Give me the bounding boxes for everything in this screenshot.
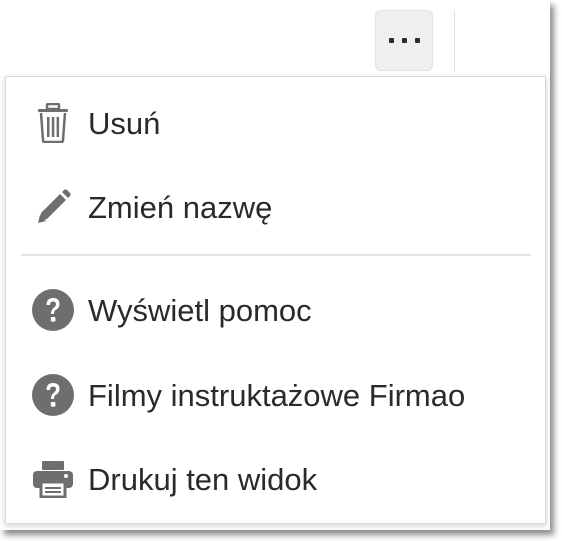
- menu-item-delete[interactable]: Usuń: [6, 83, 545, 163]
- trash-icon: [31, 101, 75, 145]
- menu-item-label: Usuń: [88, 105, 161, 141]
- pencil-icon: [31, 185, 75, 229]
- menu-separator: [21, 254, 531, 256]
- question-circle-icon: [31, 288, 75, 332]
- menu-item-tutorial-videos[interactable]: Filmy instruktażowe Firmao: [6, 355, 545, 435]
- menu-item-help[interactable]: Wyświetl pomoc: [6, 270, 545, 350]
- menu-item-label: Drukuj ten widok: [88, 461, 318, 497]
- context-menu: Usuń Zmień nazwę Wyświetl pomoc Filmy in…: [5, 76, 546, 524]
- menu-item-print[interactable]: Drukuj ten widok: [6, 439, 545, 519]
- toolbar-divider: [454, 10, 455, 72]
- more-options-button[interactable]: [375, 10, 433, 71]
- printer-icon: [31, 457, 75, 501]
- menu-item-label: Wyświetl pomoc: [88, 292, 312, 328]
- menu-item-label: Filmy instruktażowe Firmao: [88, 377, 466, 413]
- window-frame: Usuń Zmień nazwę Wyświetl pomoc Filmy in…: [0, 0, 550, 530]
- toolbar: [0, 0, 550, 72]
- menu-item-rename[interactable]: Zmień nazwę: [6, 167, 545, 247]
- question-circle-icon: [31, 373, 75, 417]
- menu-item-label: Zmień nazwę: [88, 189, 273, 225]
- ellipsis-horizontal-icon: [388, 38, 420, 43]
